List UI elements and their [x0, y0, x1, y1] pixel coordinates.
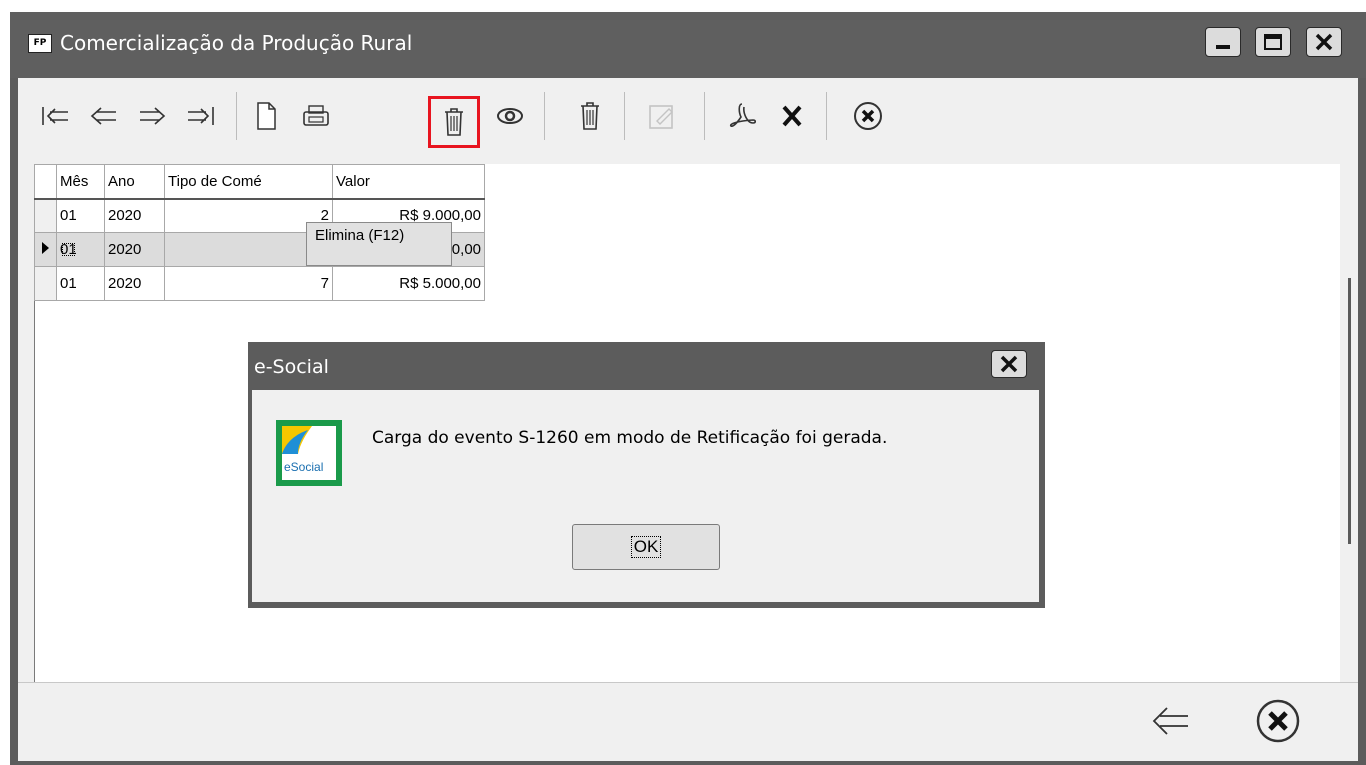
- export-pdf-button[interactable]: [724, 98, 760, 134]
- esocial-logo-icon: [276, 420, 342, 486]
- next-arrow-icon: [140, 107, 166, 125]
- close-form-button[interactable]: [850, 98, 886, 134]
- cell-ano[interactable]: 2020: [104, 266, 165, 301]
- row-indicator[interactable]: [34, 266, 57, 301]
- esocial-dialog: e-Social eSocial Carga do evento S-1260 …: [248, 342, 1045, 608]
- window-title: Comercialização da Produção Rural: [60, 31, 413, 55]
- first-arrow-icon: [42, 107, 68, 125]
- close-circle-icon: [1256, 699, 1300, 743]
- maximize-button[interactable]: [1255, 27, 1291, 57]
- close-circle-icon: [854, 102, 882, 130]
- minimize-button[interactable]: [1205, 27, 1241, 57]
- previous-arrow-icon: [90, 107, 116, 125]
- trash-icon: [581, 102, 599, 130]
- column-header-tipo[interactable]: Tipo de Comé: [164, 164, 333, 200]
- toolbar-separator: [544, 92, 545, 140]
- app-icon: FP: [28, 34, 52, 53]
- toolbar-separator: [704, 92, 705, 140]
- last-arrow-icon: [188, 107, 214, 125]
- ok-button[interactable]: OK: [572, 524, 720, 570]
- next-record-button[interactable]: [134, 98, 170, 134]
- maximize-icon: [1264, 34, 1282, 50]
- cell-mes[interactable]: 01: [56, 266, 105, 301]
- delete-all-button[interactable]: [572, 98, 608, 134]
- esocial-logo: eSocial: [276, 420, 342, 486]
- close-icon: [1315, 33, 1333, 51]
- bottom-bar: [18, 682, 1358, 761]
- scrollbar-thumb[interactable]: [1348, 278, 1351, 544]
- edit-icon: [649, 105, 673, 129]
- toolbar-separator: [236, 92, 237, 140]
- back-arrow-icon: [1152, 707, 1188, 735]
- new-document-icon: [257, 102, 276, 130]
- close-icon: [1000, 355, 1018, 373]
- back-button[interactable]: [1148, 701, 1192, 741]
- export-excel-button[interactable]: [774, 98, 810, 134]
- row-indicator-header: [34, 164, 57, 200]
- current-row-arrow-icon: [42, 241, 49, 254]
- ok-button-label: OK: [630, 536, 662, 558]
- print-button[interactable]: [298, 98, 334, 134]
- pdf-icon: [729, 103, 757, 127]
- edit-button-disabled[interactable]: [644, 98, 680, 134]
- printer-icon: [303, 105, 329, 126]
- cell-mes[interactable]: 01: [56, 198, 105, 233]
- new-record-button[interactable]: [248, 98, 284, 134]
- column-header-valor[interactable]: Valor: [332, 164, 485, 200]
- dialog-body: eSocial Carga do evento S-1260 em modo d…: [252, 390, 1039, 602]
- toolbar-separator: [624, 92, 625, 140]
- minimize-icon: [1216, 45, 1230, 49]
- cell-valor[interactable]: R$ 5.000,00: [332, 266, 485, 301]
- column-header-mes[interactable]: Mês: [56, 164, 105, 200]
- dialog-message: Carga do evento S-1260 em modo de Retifi…: [372, 428, 888, 448]
- last-record-button[interactable]: [182, 98, 218, 134]
- cell-mes[interactable]: 01: [60, 241, 77, 258]
- column-header-ano[interactable]: Ano: [104, 164, 165, 200]
- cell-ano[interactable]: 2020: [104, 198, 165, 233]
- tooltip: Elimina (F12): [306, 222, 452, 266]
- title-bar: FP Comercialização da Produção Rural: [10, 12, 1366, 78]
- dialog-close-button[interactable]: [991, 350, 1027, 378]
- toolbar-separator: [826, 92, 827, 140]
- close-bottom-button[interactable]: [1254, 697, 1302, 745]
- esocial-logo-text: eSocial: [284, 460, 324, 474]
- table-row[interactable]: 01 2020 7 R$ 5.000,00: [34, 266, 485, 301]
- eye-icon: [497, 108, 523, 124]
- excel-icon: [782, 105, 802, 127]
- previous-record-button[interactable]: [86, 98, 122, 134]
- view-button[interactable]: [492, 98, 528, 134]
- delete-button[interactable]: [428, 96, 480, 148]
- row-indicator[interactable]: [34, 232, 57, 267]
- row-indicator[interactable]: [34, 198, 57, 233]
- toolbar: [18, 78, 1358, 164]
- trash-icon: [445, 108, 463, 136]
- first-record-button[interactable]: [38, 98, 74, 134]
- cell-ano[interactable]: 2020: [104, 232, 165, 267]
- close-window-button[interactable]: [1306, 27, 1342, 57]
- dialog-title: e-Social: [254, 356, 329, 378]
- cell-tipo[interactable]: 7: [164, 266, 333, 301]
